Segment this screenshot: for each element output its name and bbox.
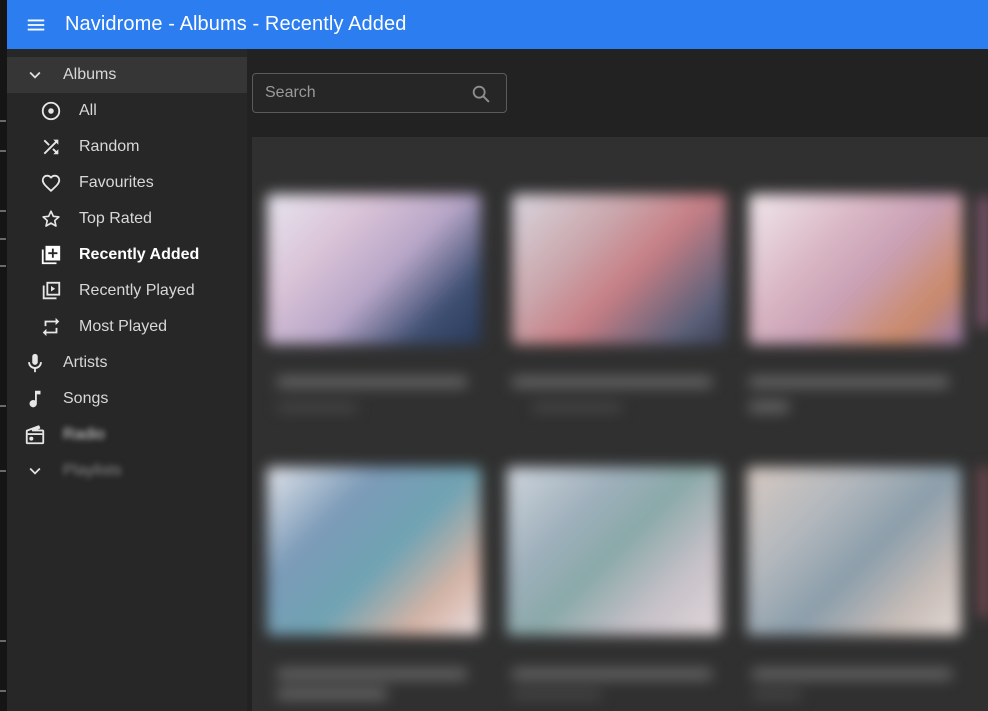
page-title: Navidrome - Albums - Recently Added bbox=[65, 13, 407, 35]
sidebar-item-label: Recently Played bbox=[79, 282, 195, 299]
repeat-icon bbox=[39, 315, 63, 339]
star-icon bbox=[39, 207, 63, 231]
sidebar-item-label: Songs bbox=[63, 390, 109, 407]
sidebar-item-label: All bbox=[79, 102, 97, 119]
sidebar-playlists-label: Playlists bbox=[63, 462, 122, 479]
sidebar-item-label: Random bbox=[79, 138, 140, 155]
album-cover[interactable] bbox=[512, 194, 726, 344]
shuffle-icon bbox=[39, 135, 63, 159]
sidebar-item-all[interactable]: All bbox=[7, 93, 247, 129]
sidebar-albums-label: Albums bbox=[63, 66, 117, 83]
search-input[interactable] bbox=[265, 84, 465, 102]
sidebar-item-recently-added[interactable]: Recently Added bbox=[7, 237, 247, 273]
sidebar-item-random[interactable]: Random bbox=[7, 129, 247, 165]
sidebar-item-radio[interactable]: Radio bbox=[7, 417, 247, 453]
album-cover[interactable] bbox=[267, 467, 481, 635]
search-box[interactable] bbox=[252, 73, 507, 113]
chevron-down-icon bbox=[23, 63, 47, 87]
sidebar-item-label: Favourites bbox=[79, 174, 154, 191]
album-icon bbox=[39, 99, 63, 123]
sidebar-item-label: Radio bbox=[63, 426, 105, 443]
album-grid bbox=[252, 137, 988, 711]
menu-button[interactable] bbox=[7, 0, 65, 49]
album-cover[interactable] bbox=[747, 467, 961, 635]
left-window-edge bbox=[0, 0, 7, 711]
music-note-icon bbox=[23, 387, 47, 411]
album-cover[interactable] bbox=[749, 194, 963, 344]
main-content bbox=[247, 49, 988, 711]
sidebar-item-favourites[interactable]: Favourites bbox=[7, 165, 247, 201]
sidebar-item-label: Artists bbox=[63, 354, 108, 371]
sidebar-albums-toggle[interactable]: Albums bbox=[7, 57, 247, 93]
sidebar-item-most-played[interactable]: Most Played bbox=[7, 309, 247, 345]
sidebar-item-artists[interactable]: Artists bbox=[7, 345, 247, 381]
album-cover[interactable] bbox=[267, 194, 481, 344]
sidebar-item-label: Top Rated bbox=[79, 210, 152, 227]
library-add-icon bbox=[39, 243, 63, 267]
heart-icon bbox=[39, 171, 63, 195]
app-bar: Navidrome - Albums - Recently Added bbox=[7, 0, 988, 49]
album-cover[interactable] bbox=[507, 467, 721, 635]
sidebar-item-recently-played[interactable]: Recently Played bbox=[7, 273, 247, 309]
sidebar-item-top-rated[interactable]: Top Rated bbox=[7, 201, 247, 237]
search-icon bbox=[470, 83, 492, 110]
hamburger-icon bbox=[27, 19, 45, 30]
sidebar-item-label: Recently Added bbox=[79, 246, 200, 263]
microphone-icon bbox=[23, 351, 47, 375]
chevron-down-icon bbox=[23, 459, 47, 483]
sidebar-item-label: Most Played bbox=[79, 318, 168, 335]
sidebar: Albums All Random Favourites Top Rated R… bbox=[7, 49, 247, 711]
video-library-icon bbox=[39, 279, 63, 303]
sidebar-item-songs[interactable]: Songs bbox=[7, 381, 247, 417]
sidebar-playlists-toggle[interactable]: Playlists bbox=[7, 453, 247, 489]
radio-icon bbox=[23, 423, 47, 447]
